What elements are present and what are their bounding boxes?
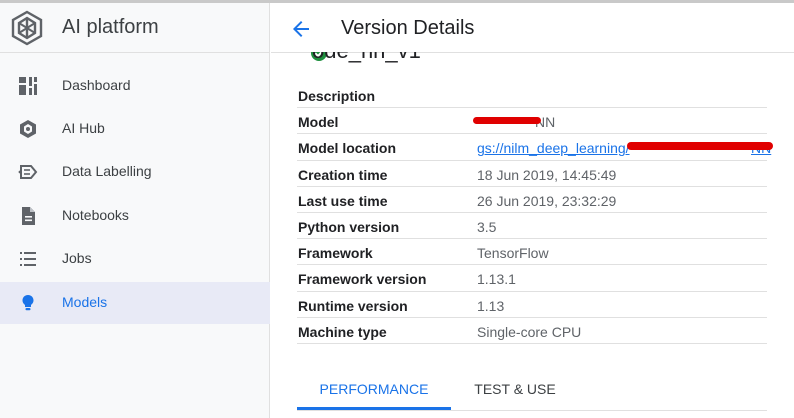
detail-row-machine-type: Machine type Single-core CPU bbox=[297, 318, 767, 344]
lightbulb-icon bbox=[22, 295, 34, 311]
ai-hub-icon bbox=[20, 120, 36, 138]
detail-key: Description bbox=[298, 88, 376, 104]
sidebar-item-label: Dashboard bbox=[62, 77, 131, 93]
detail-key: Framework version bbox=[298, 271, 427, 288]
detail-value: 18 Jun 2019, 14:45:49 bbox=[477, 166, 617, 183]
sidebar-item-label: Notebooks bbox=[62, 207, 129, 223]
sidebar: AI platform Dashboard AI Hub Data Labell… bbox=[0, 3, 270, 418]
detail-value: Single-core CPU bbox=[477, 323, 582, 340]
tab-test-and-use[interactable]: TEST & USE bbox=[459, 368, 571, 410]
page-header: Version Details bbox=[271, 3, 794, 53]
tab-label: TEST & USE bbox=[474, 381, 556, 397]
detail-row-creation-time: Creation time 18 Jun 2019, 14:45:49 bbox=[297, 161, 767, 187]
detail-row-python-version: Python version 3.5 bbox=[297, 213, 767, 240]
back-arrow-icon[interactable] bbox=[289, 17, 313, 41]
redaction-mark bbox=[473, 117, 541, 125]
version-tabs: PERFORMANCE TEST & USE bbox=[297, 368, 767, 411]
version-details-table: Description Model NN Model location gs:/… bbox=[297, 82, 773, 344]
brand[interactable]: AI platform bbox=[0, 3, 270, 53]
detail-value: TensorFlow bbox=[477, 245, 549, 262]
sidebar-item-dashboard[interactable]: Dashboard bbox=[0, 65, 270, 107]
detail-row-description: Description bbox=[297, 82, 767, 109]
detail-key: Creation time bbox=[298, 166, 388, 183]
detail-row-framework: Framework TensorFlow bbox=[297, 239, 767, 266]
sidebar-item-label: Data Labelling bbox=[62, 163, 152, 179]
sidebar-item-jobs[interactable]: Jobs bbox=[0, 238, 270, 280]
detail-key: Runtime version bbox=[298, 297, 408, 314]
tab-performance[interactable]: PERFORMANCE bbox=[297, 368, 451, 410]
detail-key: Model location bbox=[298, 140, 396, 157]
sidebar-item-label: AI Hub bbox=[62, 120, 105, 136]
sidebar-item-label: Models bbox=[62, 294, 108, 310]
brand-title: AI platform bbox=[62, 16, 159, 38]
tab-label: PERFORMANCE bbox=[319, 381, 429, 397]
tabs-divider bbox=[297, 410, 767, 411]
model-location-link[interactable]: gs://nilm_deep_learning/ bbox=[477, 140, 630, 156]
detail-row-model-location: Model location gs://nilm_deep_learning/ … bbox=[297, 134, 773, 161]
sidebar-item-ai-hub[interactable]: AI Hub bbox=[0, 108, 270, 150]
detail-row-last-use-time: Last use time 26 Jun 2019, 23:32:29 bbox=[297, 187, 767, 213]
detail-key: Last use time bbox=[298, 192, 388, 209]
detail-key: Framework bbox=[298, 245, 373, 262]
page-title: Version Details bbox=[341, 17, 475, 39]
detail-row-model: Model NN bbox=[297, 108, 767, 135]
sidebar-item-models[interactable]: Models bbox=[0, 282, 270, 324]
detail-value: 1.13 bbox=[477, 297, 505, 314]
ai-platform-logo-icon bbox=[11, 10, 43, 46]
detail-value: 1.13.1 bbox=[477, 271, 516, 288]
notebook-icon bbox=[22, 207, 35, 225]
detail-value: 26 Jun 2019, 23:32:29 bbox=[477, 192, 617, 209]
detail-key: Python version bbox=[298, 218, 400, 235]
detail-row-runtime-version: Runtime version 1.13 bbox=[297, 292, 767, 318]
dashboard-icon bbox=[19, 77, 37, 95]
detail-row-framework-version: Framework version 1.13.1 bbox=[297, 265, 767, 292]
redaction-mark bbox=[627, 142, 773, 151]
sidebar-item-notebooks[interactable]: Notebooks bbox=[0, 195, 270, 237]
detail-value: 3.5 bbox=[477, 218, 497, 235]
data-labelling-icon bbox=[18, 165, 38, 179]
detail-key: Machine type bbox=[298, 323, 387, 340]
list-icon bbox=[20, 252, 36, 266]
sidebar-item-label: Jobs bbox=[62, 250, 92, 266]
sidebar-item-data-labelling[interactable]: Data Labelling bbox=[0, 151, 270, 193]
detail-key: Model bbox=[298, 114, 339, 131]
